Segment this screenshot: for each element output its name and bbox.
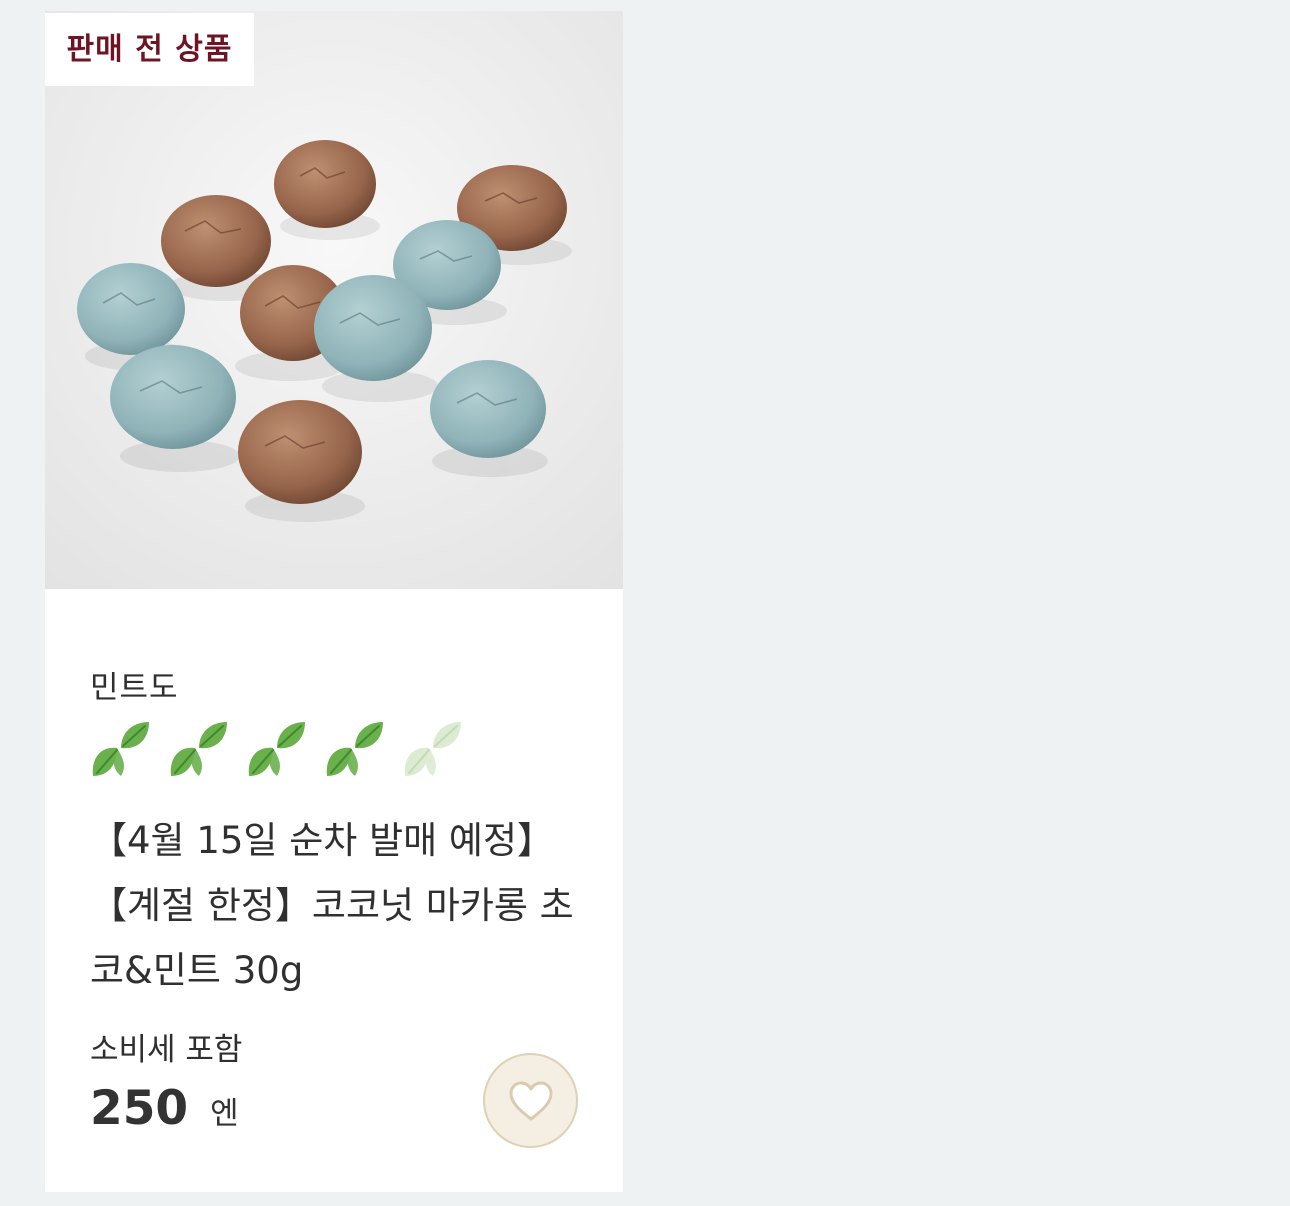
mint-leaf-icon [92, 722, 149, 776]
mint-leaf-icon [326, 722, 383, 776]
pre-sale-badge: 판매 전 상품 [45, 13, 254, 86]
favorite-button[interactable] [483, 1053, 578, 1148]
price: 250 엔 [90, 1081, 239, 1136]
price-currency: 엔 [210, 1096, 239, 1132]
product-card[interactable]: 판매 전 상품 민트도 【4월 15일 순차 발매 예정】【계절 한정】코코넛 … [45, 11, 623, 1192]
mint-rating [87, 718, 463, 782]
mint-leaf-icon [170, 722, 227, 776]
price-value: 250 [90, 1081, 189, 1136]
mint-leaf-icon [404, 722, 461, 776]
tax-included-label: 소비세 포함 [90, 1032, 243, 1068]
macaron-photo [45, 11, 623, 589]
product-image[interactable]: 판매 전 상품 [45, 11, 623, 589]
mint-leaf-icon [248, 722, 305, 776]
heart-icon [509, 1081, 552, 1120]
mint-level-label: 민트도 [90, 670, 179, 706]
product-title[interactable]: 【4월 15일 순차 발매 예정】【계절 한정】코코넛 마카롱 초코&민트 30… [90, 808, 585, 1003]
